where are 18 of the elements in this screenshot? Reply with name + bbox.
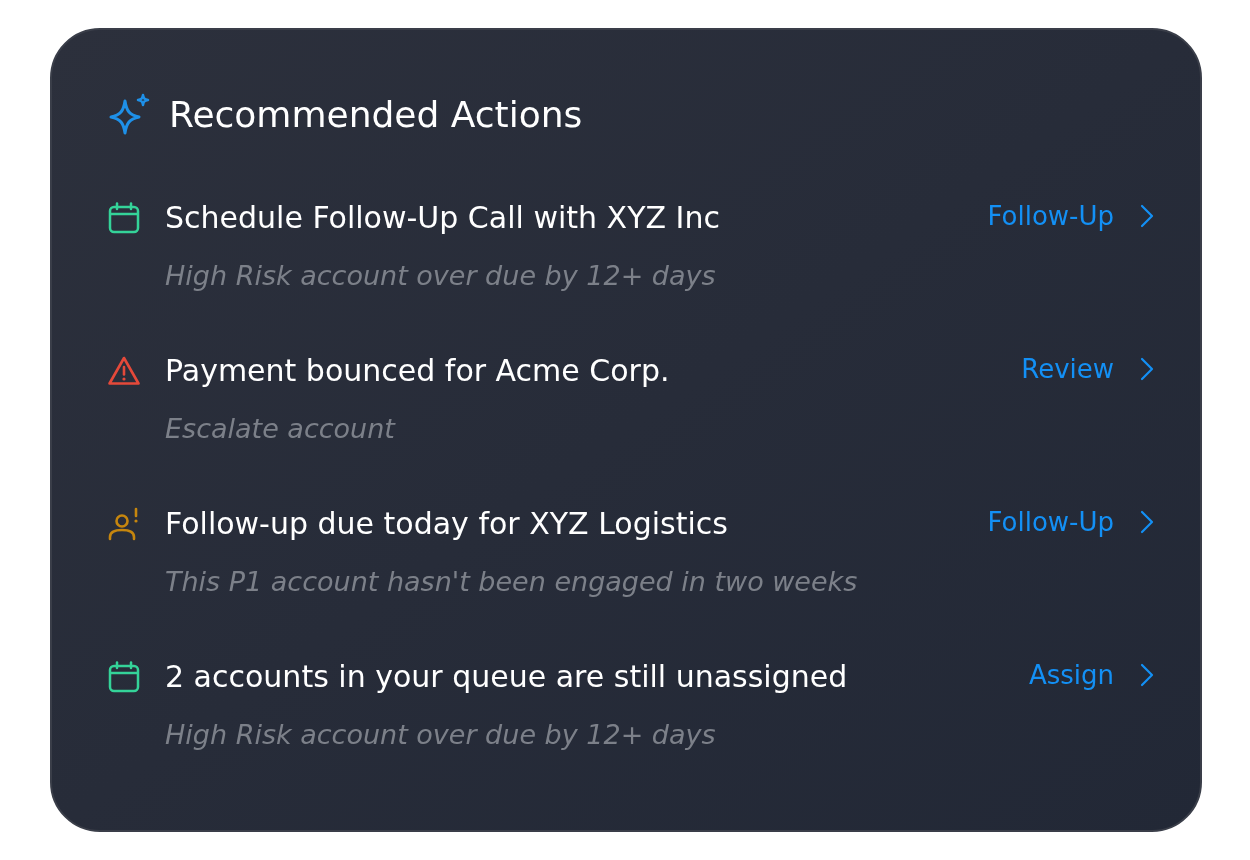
action-description: Escalate account	[165, 412, 395, 446]
action-title: 2 accounts in your queue are still unassigned	[165, 658, 848, 696]
action-link[interactable]: Follow-Up	[987, 198, 1154, 234]
chevron-right-icon	[1140, 357, 1154, 381]
action-title: Payment bounced for Acme Corp.	[165, 352, 670, 390]
action-title: Schedule Follow-Up Call with XYZ Inc	[165, 199, 720, 237]
action-link[interactable]: Assign	[1028, 657, 1154, 693]
chevron-right-icon	[1140, 663, 1154, 687]
sparkle-icon	[107, 93, 151, 137]
chevron-right-icon	[1140, 510, 1154, 534]
chevron-right-icon	[1140, 204, 1154, 228]
action-link[interactable]: Review	[1021, 351, 1154, 387]
card-title: Recommended Actions	[169, 93, 583, 137]
action-link[interactable]: Follow-Up	[987, 504, 1154, 540]
action-description: High Risk account over due by 12+ days	[165, 259, 716, 293]
action-title: Follow-up due today for XYZ Logistics	[165, 505, 728, 543]
action-description: This P1 account hasn't been engaged in two weeks	[165, 565, 858, 599]
action-description: High Risk account over due by 12+ days	[165, 718, 716, 752]
